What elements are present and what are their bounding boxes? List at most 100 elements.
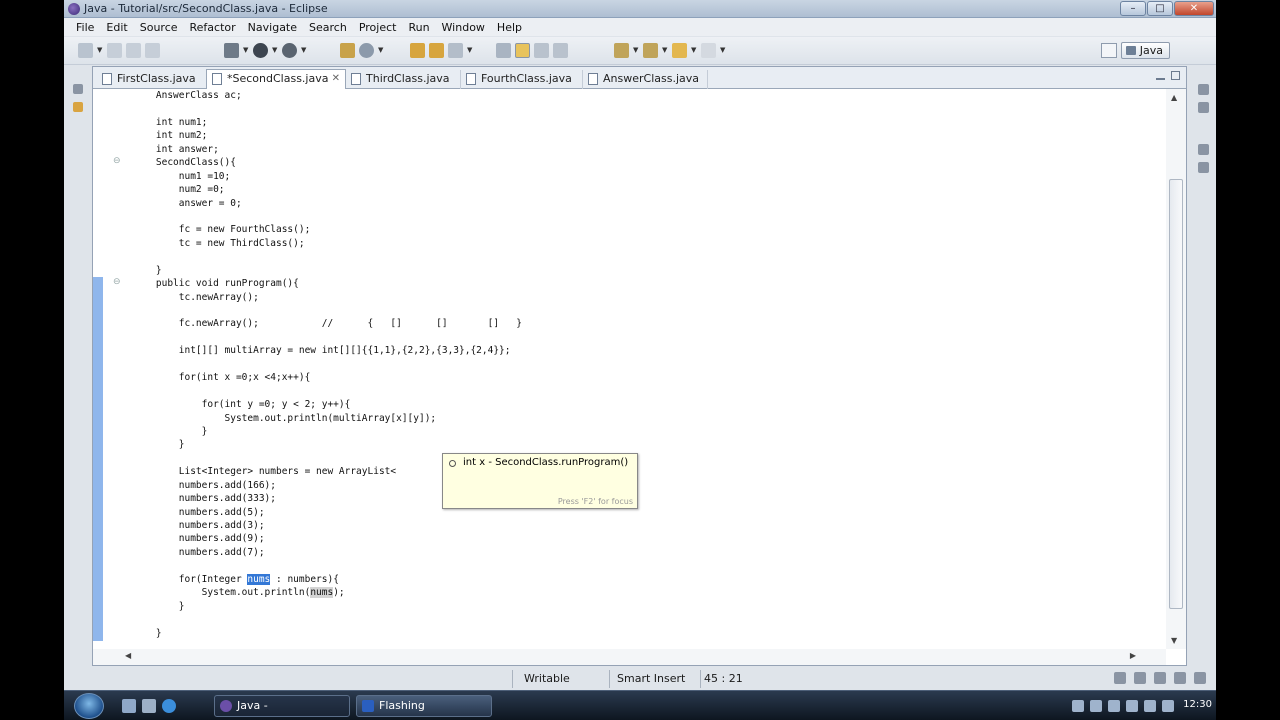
new-icon[interactable]	[78, 43, 93, 58]
menu-project[interactable]: Project	[353, 21, 403, 34]
code-line[interactable]: public void runProgram(){	[133, 277, 522, 290]
code-line[interactable]	[133, 210, 522, 223]
menu-source[interactable]: Source	[134, 21, 184, 34]
code-line[interactable]: SecondClass(){	[133, 156, 522, 169]
menu-help[interactable]: Help	[491, 21, 528, 34]
code-line[interactable]	[133, 102, 522, 115]
volume-icon[interactable]	[1126, 700, 1138, 712]
code-line[interactable]: for(int y =0; y < 2; y++){	[133, 398, 522, 411]
code-line[interactable]	[133, 358, 522, 371]
code-line[interactable]: AnswerClass ac;	[133, 89, 522, 102]
menu-edit[interactable]: Edit	[100, 21, 133, 34]
language-icon[interactable]	[1072, 700, 1084, 712]
chevron-down-icon[interactable]: ▼	[97, 43, 103, 58]
external-tools-icon[interactable]	[282, 43, 297, 58]
tab-firstclass[interactable]: FirstClass.java	[97, 70, 209, 89]
scroll-up-icon[interactable]: ▲	[1171, 93, 1177, 102]
scroll-thumb[interactable]	[1169, 179, 1183, 609]
toggle-mark-occurrences-icon[interactable]	[496, 43, 511, 58]
close-button[interactable]: ✕	[1174, 1, 1214, 16]
open-perspective-icon[interactable]	[1100, 43, 1117, 58]
block-selection-icon[interactable]	[553, 43, 568, 58]
tab-fourthclass[interactable]: FourthClass.java	[461, 70, 583, 89]
restore-icon[interactable]	[1198, 144, 1209, 155]
show-whitespace-icon[interactable]	[534, 43, 549, 58]
code-line[interactable]: num2 =0;	[133, 183, 522, 196]
chevron-down-icon[interactable]: ▼	[243, 43, 249, 58]
back-icon[interactable]	[672, 43, 687, 58]
next-annotation-icon[interactable]	[614, 43, 629, 58]
menu-file[interactable]: File	[70, 21, 100, 34]
code-line[interactable]	[133, 250, 522, 263]
code-line[interactable]: int num1;	[133, 116, 522, 129]
vertical-scrollbar[interactable]: ▲ ▼	[1166, 89, 1186, 649]
menu-navigate[interactable]: Navigate	[242, 21, 303, 34]
minimize-editor-icon[interactable]	[1156, 71, 1165, 80]
menu-run[interactable]: Run	[402, 21, 435, 34]
chevron-down-icon[interactable]: ▼	[662, 43, 668, 58]
restore-icon[interactable]	[73, 84, 83, 94]
code-line[interactable]: }	[133, 600, 522, 613]
switch-windows-icon[interactable]	[142, 699, 156, 713]
java-perspective-button[interactable]: Java	[1120, 42, 1170, 59]
chevron-down-icon[interactable]: ▼	[301, 43, 307, 58]
maximize-editor-icon[interactable]	[1171, 71, 1180, 80]
code-line[interactable]	[133, 559, 522, 572]
save-icon[interactable]	[107, 43, 122, 58]
outline-icon[interactable]	[1198, 102, 1209, 113]
toggle-highlight-icon[interactable]	[515, 43, 530, 58]
tab-secondclass[interactable]: *SecondClass.java ✕	[206, 69, 346, 89]
previous-annotation-icon[interactable]	[643, 43, 658, 58]
window-titlebar[interactable]: Java - Tutorial/src/SecondClass.java - E…	[64, 0, 1216, 18]
network-icon[interactable]	[1108, 700, 1120, 712]
scroll-left-icon[interactable]: ◀	[125, 651, 131, 660]
chevron-down-icon[interactable]: ▼	[633, 43, 639, 58]
tab-thirdclass[interactable]: ThirdClass.java	[346, 70, 461, 89]
code-editor[interactable]: ⊖ ⊖ AnswerClass ac; int num1; int num2; …	[93, 89, 1166, 649]
code-line[interactable]	[133, 385, 522, 398]
menu-refactor[interactable]: Refactor	[184, 21, 242, 34]
variable-occurrence[interactable]: nums	[310, 587, 334, 599]
code-line[interactable]: numbers.add(3);	[133, 519, 522, 532]
code-line[interactable]: numbers.add(7);	[133, 546, 522, 559]
code-line[interactable]: numbers.add(9);	[133, 532, 522, 545]
security-icon[interactable]	[1090, 700, 1102, 712]
new-package-icon[interactable]	[359, 43, 374, 58]
code-line[interactable]	[133, 331, 522, 344]
bookmark-icon[interactable]	[1154, 672, 1166, 684]
new-java-project-icon[interactable]	[340, 43, 355, 58]
scroll-down-icon[interactable]: ▼	[1171, 636, 1177, 645]
code-line[interactable]: int answer;	[133, 143, 522, 156]
start-button[interactable]	[74, 693, 104, 719]
progress-icon[interactable]	[1194, 672, 1206, 684]
fold-icon[interactable]: ⊖	[113, 156, 121, 166]
chevron-down-icon[interactable]: ▼	[272, 43, 278, 58]
open-task-icon[interactable]	[429, 43, 444, 58]
tray-app-icon[interactable]	[1162, 700, 1174, 712]
maximize-button[interactable]: □	[1147, 1, 1173, 16]
debug-icon[interactable]	[224, 43, 239, 58]
close-tab-icon[interactable]: ✕	[332, 70, 340, 88]
power-icon[interactable]	[1144, 700, 1156, 712]
fast-view-icon[interactable]	[1114, 672, 1126, 684]
package-explorer-icon[interactable]	[73, 102, 83, 112]
code-line[interactable]: int num2;	[133, 129, 522, 142]
search-icon[interactable]	[1174, 672, 1186, 684]
selected-variable[interactable]: nums	[247, 573, 271, 585]
code-line[interactable]: fc.newArray(); // { [] [] [] }	[133, 317, 522, 330]
restore-icon[interactable]	[1198, 84, 1209, 95]
run-icon[interactable]	[253, 43, 268, 58]
show-desktop-icon[interactable]	[122, 699, 136, 713]
problems-icon[interactable]	[1198, 162, 1209, 173]
open-type-icon[interactable]	[410, 43, 425, 58]
code-line[interactable]: System.out.println(nums);	[133, 586, 522, 599]
horizontal-scrollbar[interactable]: ◀ ▶	[93, 649, 1166, 665]
chevron-down-icon[interactable]: ▼	[691, 43, 697, 58]
chevron-down-icon[interactable]: ▼	[378, 43, 384, 58]
taskbar-flashing[interactable]: Flashing	[356, 695, 492, 717]
clock[interactable]: 12:30	[1183, 699, 1212, 710]
internet-explorer-icon[interactable]	[162, 699, 176, 713]
search-icon[interactable]	[448, 43, 463, 58]
code-line[interactable]: System.out.println(multiArray[x][y]);	[133, 412, 522, 425]
minimize-button[interactable]: –	[1120, 1, 1146, 16]
